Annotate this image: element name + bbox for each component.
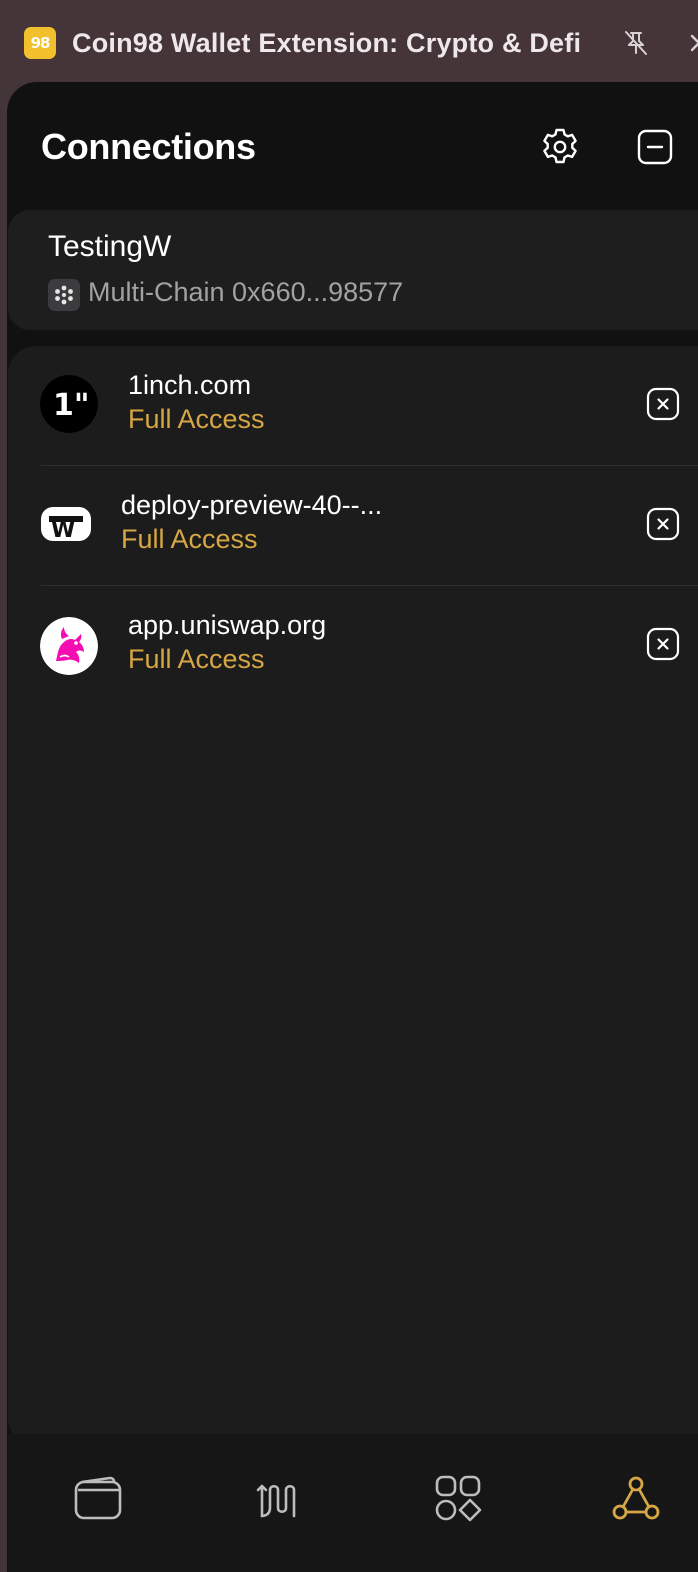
- extension-panel: Connections TestingW Multi-Chain 0x660..…: [7, 82, 698, 1572]
- site-access: Full Access: [128, 644, 265, 674]
- minus-square-icon[interactable]: [635, 127, 675, 167]
- disconnect-icon[interactable]: [646, 627, 680, 661]
- wallet-icon[interactable]: [72, 1472, 124, 1524]
- bottom-nav: [8, 1434, 698, 1572]
- site-name: deploy-preview-40--...: [121, 490, 383, 520]
- wallet-address: Multi-Chain 0x660...98577: [88, 277, 404, 307]
- connections-list: 1" 1inch.com Full Access W deploy-previe…: [8, 346, 698, 1446]
- page-title: Connections: [41, 126, 256, 167]
- 1inch-logo: 1": [40, 375, 98, 433]
- pin-off-icon[interactable]: [621, 28, 651, 58]
- browser-titlebar: 98 Coin98 Wallet Extension: Crypto & Def…: [0, 0, 698, 84]
- active-wallet-card[interactable]: TestingW Multi-Chain 0x660...98577: [8, 210, 698, 330]
- wallet-name: TestingW: [48, 230, 172, 263]
- site-name: app.uniswap.org: [128, 610, 327, 640]
- list-item: 1" 1inch.com Full Access: [8, 346, 698, 466]
- site-access: Full Access: [128, 404, 265, 434]
- w-logo-text: W: [51, 518, 75, 543]
- close-icon[interactable]: [684, 28, 698, 58]
- 1inch-logo-text: 1": [53, 388, 90, 423]
- apps-grid-icon[interactable]: [432, 1472, 484, 1524]
- list-item: W deploy-preview-40--... Full Access: [8, 466, 698, 586]
- w-logo: W: [41, 507, 91, 543]
- disconnect-icon[interactable]: [646, 507, 680, 541]
- site-name: 1inch.com: [128, 370, 252, 400]
- multi-chain-icon: [48, 279, 80, 311]
- disconnect-icon[interactable]: [646, 387, 680, 421]
- app-icon-label: 98: [30, 34, 51, 52]
- gear-icon[interactable]: [539, 126, 581, 168]
- swap-route-icon[interactable]: [252, 1472, 304, 1524]
- coin98-app-icon: 98: [24, 27, 56, 59]
- window-title: Coin98 Wallet Extension: Crypto & Defi: [72, 28, 582, 58]
- connections-network-icon[interactable]: [610, 1472, 662, 1524]
- uniswap-unicorn-logo: [40, 617, 98, 675]
- site-access: Full Access: [121, 524, 258, 554]
- list-item: app.uniswap.org Full Access: [8, 586, 698, 706]
